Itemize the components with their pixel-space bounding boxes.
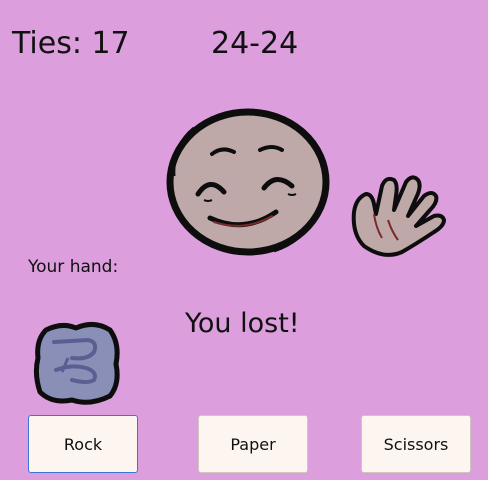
rock-button[interactable]: Rock (28, 415, 138, 473)
your-hand-label: Your hand: (28, 257, 119, 277)
paper-button[interactable]: Paper (198, 415, 308, 473)
open-hand-paper-icon (351, 175, 446, 257)
score-display: 24-24 (211, 26, 299, 61)
smiling-face-icon (166, 108, 330, 256)
scissors-button[interactable]: Scissors (361, 415, 471, 473)
ties-counter: Ties: 17 (12, 26, 130, 61)
result-message: You lost! (185, 308, 300, 339)
rock-icon (33, 322, 120, 405)
